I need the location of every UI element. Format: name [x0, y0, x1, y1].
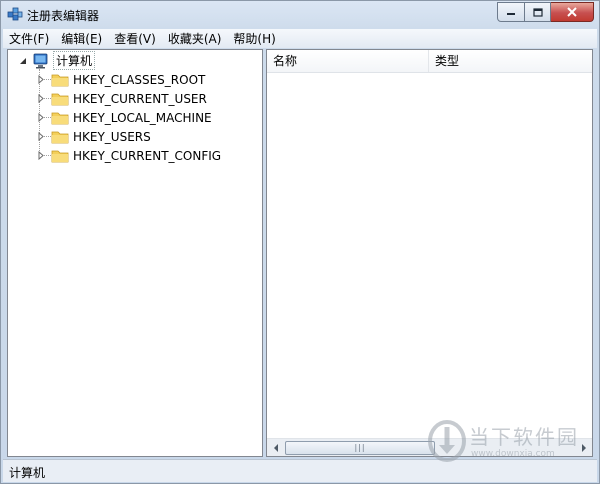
folder-icon — [51, 91, 69, 107]
maximize-icon — [532, 7, 543, 17]
expand-triangle-icon[interactable] — [36, 113, 45, 122]
expand-triangle-icon[interactable] — [36, 151, 45, 160]
folder-icon — [51, 129, 69, 145]
folder-icon — [51, 148, 69, 164]
scroll-thumb[interactable]: ||| — [285, 441, 435, 455]
title-bar[interactable]: 注册表编辑器 — [1, 1, 599, 29]
column-header-type[interactable]: 类型 — [429, 50, 592, 72]
tree-node-label: HKEY_CLASSES_ROOT — [73, 72, 206, 87]
expand-triangle-icon[interactable] — [36, 75, 45, 84]
expand-triangle-icon[interactable] — [36, 132, 45, 141]
tree-node-label: 计算机 — [53, 51, 96, 70]
tree-node-label: HKEY_USERS — [73, 129, 151, 144]
tree-node-label: HKEY_CURRENT_USER — [73, 91, 207, 106]
window-title: 注册表编辑器 — [27, 9, 100, 23]
close-icon — [567, 7, 577, 17]
expand-triangle-icon[interactable] — [36, 94, 45, 103]
menu-edit[interactable]: 编辑(E) — [55, 30, 108, 48]
tree-node-label: HKEY_CURRENT_CONFIG — [73, 148, 222, 163]
registry-editor-window: 注册表编辑器 文件(F) 编辑(E) 查看(V) 收藏夹(A) 帮助(H) 计算… — [0, 0, 600, 484]
menu-file[interactable]: 文件(F) — [3, 30, 55, 48]
key-tree-pane[interactable]: 计算机 HKEY_CLASSES_ROOT HKEY_CURRENT_USER … — [7, 49, 263, 457]
watermark-text: 当下软件园 — [469, 425, 579, 449]
computer-icon — [31, 53, 49, 69]
grip-icon: ||| — [354, 443, 366, 452]
close-button[interactable] — [551, 2, 594, 22]
tree-node-hkey-users[interactable]: HKEY_USERS — [36, 127, 151, 146]
scroll-left-arrow-icon — [273, 443, 278, 452]
tree-node-computer[interactable]: 计算机 — [18, 51, 96, 70]
tree-node-label: HKEY_LOCAL_MACHINE — [73, 110, 212, 125]
watermark: 当下软件园 www.downxia.com — [425, 419, 595, 465]
tree-node-hkey-current-config[interactable]: HKEY_CURRENT_CONFIG — [36, 146, 221, 165]
folder-icon — [51, 110, 69, 126]
watermark-url: www.downxia.com — [471, 449, 555, 459]
minimize-button[interactable] — [497, 2, 525, 22]
tree-node-hkey-classes-root[interactable]: HKEY_CLASSES_ROOT — [36, 70, 205, 89]
maximize-button[interactable] — [525, 2, 551, 22]
registry-tree: 计算机 HKEY_CLASSES_ROOT HKEY_CURRENT_USER … — [8, 50, 262, 456]
tree-node-hkey-local-machine[interactable]: HKEY_LOCAL_MACHINE — [36, 108, 212, 127]
minimize-icon — [507, 13, 515, 15]
folder-icon — [51, 72, 69, 88]
menu-favorites[interactable]: 收藏夹(A) — [162, 30, 228, 48]
regedit-app-icon — [7, 6, 23, 22]
status-text: 计算机 — [9, 466, 46, 480]
column-header-name[interactable]: 名称 — [267, 50, 429, 72]
tree-node-hkey-current-user[interactable]: HKEY_CURRENT_USER — [36, 89, 207, 108]
scroll-left-button[interactable] — [267, 439, 284, 456]
list-header: 名称 类型 — [267, 50, 592, 73]
caption-buttons — [497, 2, 594, 22]
menu-view[interactable]: 查看(V) — [108, 30, 162, 48]
menu-bar: 文件(F) 编辑(E) 查看(V) 收藏夹(A) 帮助(H) — [3, 29, 597, 48]
collapse-triangle-icon[interactable] — [18, 56, 27, 65]
menu-help[interactable]: 帮助(H) — [227, 30, 281, 48]
values-list-pane[interactable]: 名称 类型 ||| — [266, 49, 593, 457]
downxia-logo-icon — [428, 420, 466, 462]
